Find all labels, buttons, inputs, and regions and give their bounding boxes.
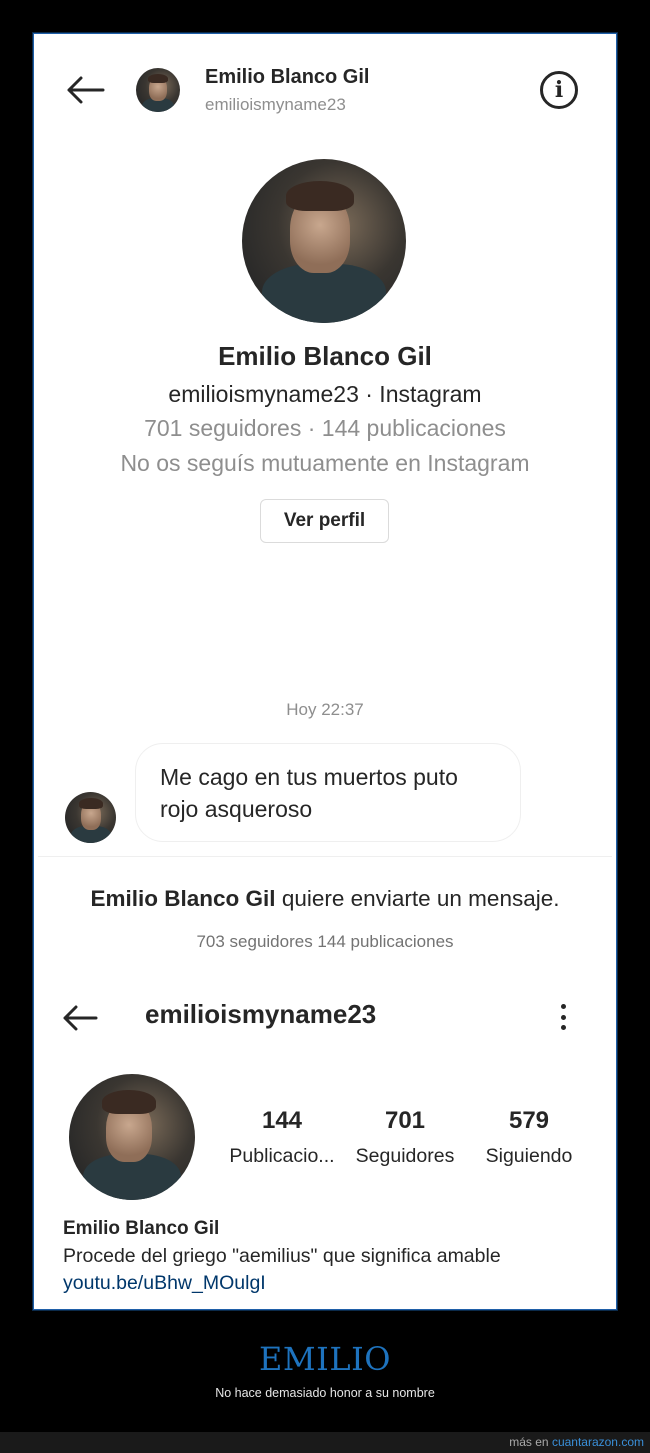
divider (38, 856, 612, 857)
stat-posts-label: Publicacio... (229, 1145, 335, 1167)
message-avatar[interactable] (65, 792, 116, 843)
bio-text: Procede del griego "aemilius" que signif… (63, 1245, 501, 1267)
credit-bar: más en cuantarazon.com (0, 1432, 650, 1453)
mutual-follow-status: No os seguís mutuamente en Instagram (120, 450, 530, 476)
stat-following-label: Siguiendo (485, 1145, 573, 1167)
profile-back-button[interactable] (60, 1000, 100, 1036)
kebab-menu-icon[interactable] (551, 1000, 575, 1034)
info-button[interactable]: i (540, 71, 578, 109)
stat-followers-label: Seguidores (355, 1145, 455, 1167)
profile-username: emilioismyname23 (145, 999, 377, 1029)
profile-username-source: emilioismyname23 · Instagram (168, 381, 482, 407)
profile-stats: 701 seguidores · 144 publicaciones (144, 415, 506, 441)
request-stats: 703 seguidores 144 publicaciones (196, 932, 454, 951)
credit-link[interactable]: cuantarazon.com (552, 1435, 644, 1449)
avatar[interactable] (136, 68, 180, 112)
stat-following[interactable]: 579 Siguiendo (469, 1107, 589, 1168)
view-profile-button[interactable]: Ver perfil (260, 499, 389, 543)
back-arrow-icon (67, 76, 105, 104)
message-request-text: Emilio Blanco Gil quiere enviarte un men… (34, 886, 616, 912)
contact-username[interactable]: emilioismyname23 (205, 95, 346, 115)
back-button[interactable] (62, 70, 108, 110)
message-timestamp: Hoy 22:37 (286, 700, 364, 719)
screenshot-frame: Emilio Blanco Gil emilioismyname23 i Emi… (33, 33, 617, 1310)
message-bubble[interactable]: Me cago en tus muertos puto rojo asquero… (135, 743, 521, 842)
bio-link[interactable]: youtu.be/uBhw_MOulgI (63, 1272, 266, 1295)
stat-followers-value: 701 (384, 1107, 426, 1134)
profile-avatar[interactable] (242, 159, 406, 323)
stat-posts[interactable]: 144 Publicacio... (222, 1107, 342, 1168)
credit-prefix: más en (509, 1435, 552, 1449)
request-message: quiere enviarte un mensaje. (275, 886, 560, 911)
stat-following-value: 579 (508, 1107, 550, 1134)
caption-title: EMILIO (259, 1340, 391, 1378)
stat-followers[interactable]: 701 Seguidores (345, 1107, 465, 1168)
credit-text: más en cuantarazon.com (509, 1435, 644, 1449)
ig-profile-avatar[interactable] (69, 1074, 195, 1200)
contact-name[interactable]: Emilio Blanco Gil (205, 66, 369, 89)
dm-header: Emilio Blanco Gil emilioismyname23 i (34, 34, 616, 149)
request-sender-name: Emilio Blanco Gil (90, 886, 276, 911)
bio-name: Emilio Blanco Gil (63, 1218, 220, 1239)
stat-posts-value: 144 (261, 1107, 303, 1134)
caption-subtitle: No hace demasiado honor a su nombre (215, 1386, 435, 1400)
profile-name: Emilio Blanco Gil (218, 341, 432, 371)
info-icon: i (554, 77, 564, 103)
back-arrow-icon (63, 1005, 98, 1031)
